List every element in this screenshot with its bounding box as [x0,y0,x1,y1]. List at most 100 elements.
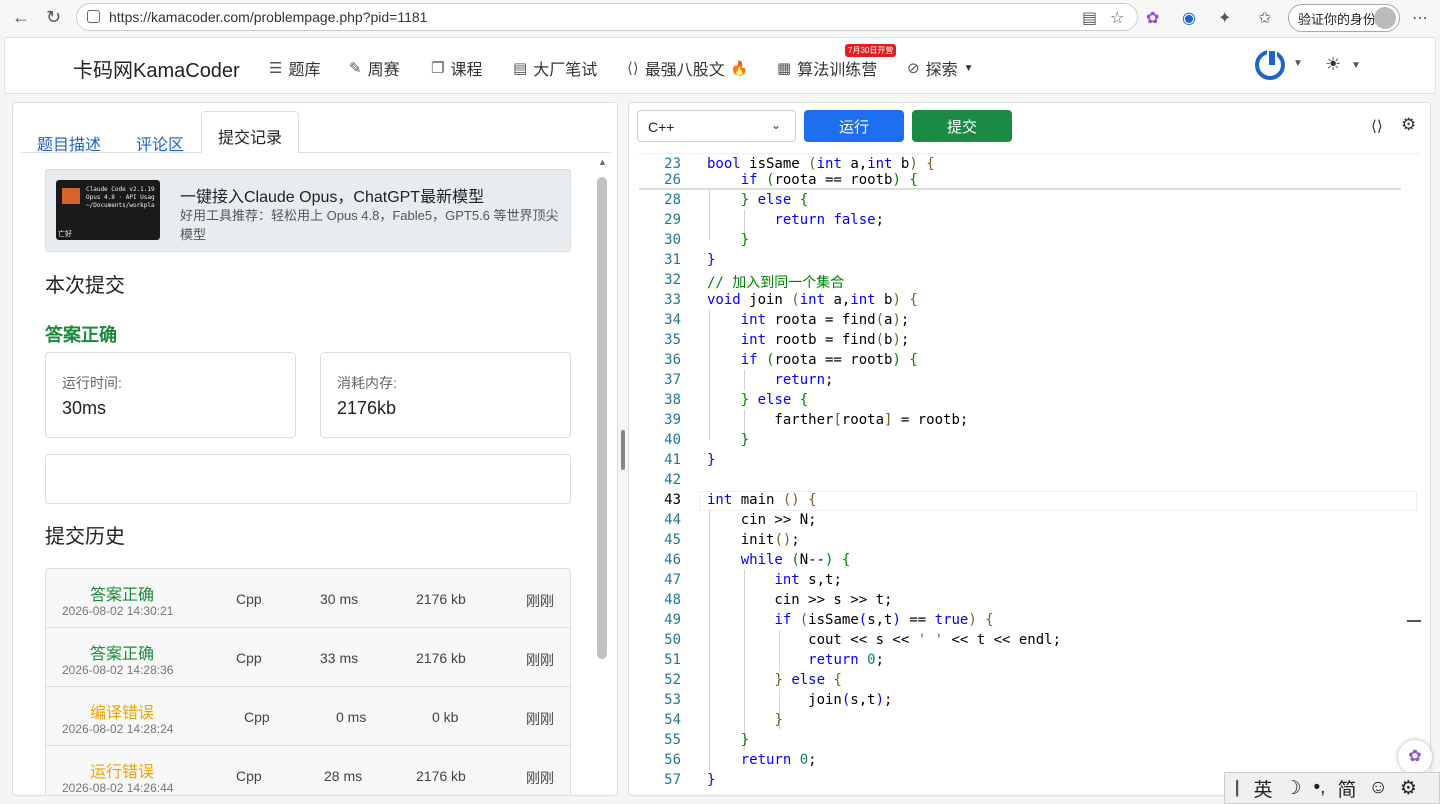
nav-weekly[interactable]: ✎ 周赛 [349,56,400,80]
settings-gear-icon[interactable]: ⚙ [1401,115,1416,135]
line-number: 49 [664,612,681,628]
code-line: int main () { [707,492,817,508]
favorites-icon[interactable]: ✩ [1258,8,1271,28]
row-status: 答案正确 [90,587,155,604]
nav-exams[interactable]: ▤ 大厂笔试 [513,56,597,80]
user-menu-caret-icon[interactable]: ▼ [1293,58,1303,69]
line-number: 56 [664,752,681,768]
browser-toolbar: ← ↻ https://kamacoder.com/problempage.ph… [0,0,1440,36]
reader-icon[interactable]: ▤ [1082,8,1097,28]
copilot-bubble-icon[interactable]: ✿ [1398,740,1432,774]
ad-img-text: Claude Code v2.1.19 [86,186,155,193]
line-number: 38 [664,392,681,408]
nav-problems[interactable]: ☰ 题库 [269,56,320,80]
avatar [1374,7,1396,29]
line-number: 32 [664,272,681,288]
language-select[interactable]: C++ ⌄ [637,110,796,142]
line-number: 47 [664,572,681,588]
tab-comments[interactable]: 评论区 [120,119,200,161]
tab-bar: 题目描述 评论区 提交记录 [21,111,611,154]
ime-simplified-toggle[interactable]: 简 [1337,775,1356,802]
moon-icon[interactable]: ☽ [1284,777,1301,800]
table-row[interactable]: 答案正确 2026-08-02 14:30:21 Cpp 30 ms 2176 … [46,569,570,628]
left-panel: 题目描述 评论区 提交记录 ▲ Claude Code v2.1.19 Opus… [12,102,618,796]
nav-courses[interactable]: ❐ 课程 [431,56,482,80]
row-lang: Cpp [236,650,262,666]
tab-description[interactable]: 题目描述 [21,119,117,161]
line-number: 55 [664,732,681,748]
table-row[interactable]: 编译错误 2026-08-02 14:28:24 Cpp 0 ms 0 kb 刚… [46,687,570,746]
extension-blue-icon[interactable]: ◉ [1182,8,1196,28]
theme-sun-icon[interactable]: ☀ [1325,54,1341,75]
code-line: int s,t; [774,572,842,588]
row-runtime: 30 ms [320,591,359,607]
code-panel: C++ ⌄ 运行 提交 ⟨⟩ ⚙ 23 26 28 29 30 31 32 33 34 35 36 3… [628,102,1431,796]
ime-handle-icon[interactable]: ┃ [1233,780,1241,797]
code-line: if (roota == rootb) { [740,172,918,188]
minimap-marker [1407,620,1421,622]
site-header: 卡码网KamaCoder ☰ 题库 ✎ 周赛 ❐ 课程 ▤ 大厂笔试 ⟨⟩ 最强八股文 🔥 … [4,37,1436,94]
row-status: 运行错误 [90,764,155,781]
pencil-icon: ✎ [349,60,362,77]
nav-bagu[interactable]: ⟨⟩ 最强八股文 🔥 [627,56,748,80]
left-scrollbar[interactable] [597,177,607,659]
copilot-icon[interactable]: ✿ [1146,8,1159,28]
line-number: 52 [664,672,681,688]
nav-label: 周赛 [367,62,400,79]
favorite-star-icon[interactable]: ☆ [1110,8,1124,28]
line-number: 33 [664,292,681,308]
result-status: 答案正确 [45,325,117,345]
code-line: } [774,712,783,728]
table-row[interactable]: 运行错误 2026-08-02 14:26:44 Cpp 28 ms 2176 … [46,746,570,795]
nav-camp[interactable]: ▦ 算法训练营 [777,56,877,80]
row-ago: 刚刚 [526,770,554,786]
reload-icon[interactable]: ↻ [46,8,61,26]
extensions-icon[interactable]: ✦ [1218,8,1231,28]
compass-icon: ⊘ [907,60,920,77]
code-line: join(s,t); [707,692,893,708]
profile-button[interactable]: 验证你的身份 [1288,4,1400,32]
back-icon[interactable]: ← [12,8,30,26]
line-number: 41 [664,452,681,468]
ime-toolbar: ┃ 英 ☽ •, 简 ☺ ⚙ [1224,772,1440,804]
history-table: 答案正确 2026-08-02 14:30:21 Cpp 30 ms 2176 … [45,568,571,795]
row-memory: 2176 kb [416,591,466,607]
punctuation-icon[interactable]: •, [1314,777,1326,799]
row-ago: 刚刚 [526,711,554,727]
row-ago: 刚刚 [526,652,554,668]
nav-label: 探索 [925,62,958,79]
fire-icon: 🔥 [730,59,749,76]
code-editor[interactable]: 23 26 28 29 30 31 32 33 34 35 36 37 38 39 40 41 42 43 44 45… [639,153,1421,793]
submit-button[interactable]: 提交 [912,110,1012,142]
ad-banner[interactable]: Claude Code v2.1.19 Opus 4.8 · API Usag … [45,169,571,252]
row-memory: 2176 kb [416,650,466,666]
panel-resize-handle[interactable] [621,430,625,470]
line-number: 34 [664,312,681,328]
code-line: int roota = find(a); [740,312,910,328]
code-icon: ⟨⟩ [627,60,639,77]
line-number: 50 [664,632,681,648]
memory-card: 消耗内存: 2176kb [320,352,571,438]
code-line: return 0; [740,752,817,768]
line-number: 42 [664,472,681,488]
tab-submissions[interactable]: 提交记录 [201,111,300,153]
row-ago: 刚刚 [526,593,554,609]
emoji-icon[interactable]: ☺ [1368,777,1387,799]
address-bar[interactable]: https://kamacoder.com/problempage.php?pi… [76,3,1138,31]
nav-explore[interactable]: ⊘ 探索 ▼ [907,56,974,80]
code-line: void join (int a,int b) { [707,292,918,308]
ime-settings-icon[interactable]: ⚙ [1400,777,1417,800]
user-power-icon[interactable] [1255,49,1285,80]
brand-logo[interactable]: 卡码网KamaCoder [73,54,240,83]
ime-lang-toggle[interactable]: 英 [1253,775,1272,802]
nav-label: 最强八股文 [644,62,725,79]
table-row[interactable]: 答案正确 2026-08-02 14:28:36 Cpp 33 ms 2176 … [46,628,570,687]
more-icon[interactable]: ⋯ [1412,8,1428,28]
run-button[interactable]: 运行 [804,110,904,142]
ad-subtitle: 好用工具推荐：轻松用上 Opus 4.8，Fable5，GPT5.6 等世界顶尖… [180,208,559,242]
code-format-icon[interactable]: ⟨⟩ [1371,117,1383,135]
theme-caret-icon[interactable]: ▼ [1351,60,1361,71]
code-line: if (isSame(s,t) == true) { [774,612,994,628]
scroll-up-icon[interactable]: ▲ [598,157,607,167]
code-line: bool isSame (int a,int b) { [707,156,935,172]
